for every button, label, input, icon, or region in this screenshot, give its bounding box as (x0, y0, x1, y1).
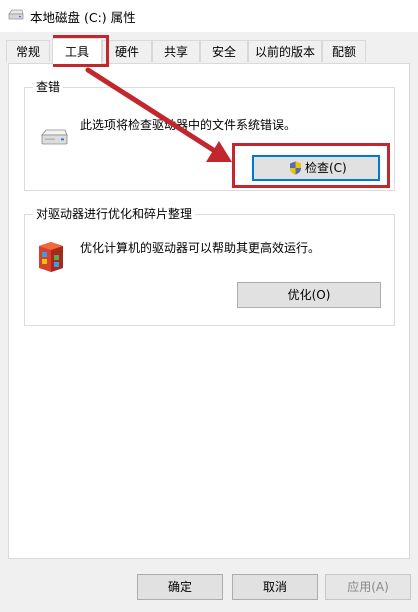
tab-general[interactable]: 常规 (6, 40, 50, 62)
optimize-description: 优化计算机的驱动器可以帮助其更高效运行。 (80, 241, 321, 255)
tools-panel: 查错 此选项将检查驱动器中的文件系统错误。 检查(C) 对驱动器进行优化和碎片整… (8, 63, 410, 559)
defrag-icon (39, 242, 63, 272)
drive-icon (8, 9, 24, 20)
tab-previous-versions[interactable]: 以前的版本 (248, 40, 322, 62)
optimize-button[interactable]: 优化(O) (237, 282, 381, 308)
error-checking-description: 此选项将检查驱动器中的文件系统错误。 (80, 118, 297, 132)
optimize-group: 对驱动器进行优化和碎片整理 优化计算机的驱动器可以帮助其更高效运行。 优化(O) (24, 207, 395, 326)
window-title: 本地磁盘 (C:) 属性 (30, 10, 136, 25)
tab-tools[interactable]: 工具 (52, 38, 102, 64)
annotation-box-check-button (232, 143, 390, 188)
ok-button[interactable]: 确定 (137, 574, 223, 600)
optimize-group-title: 对驱动器进行优化和碎片整理 (33, 207, 196, 221)
tab-security[interactable]: 安全 (200, 40, 248, 62)
tab-sharing[interactable]: 共享 (152, 40, 200, 62)
tab-hardware[interactable]: 硬件 (102, 40, 152, 62)
apply-button[interactable]: 应用(A) (325, 574, 411, 600)
hard-drive-icon (41, 129, 68, 145)
title-bar: 本地磁盘 (C:) 属性 (0, 0, 418, 32)
tab-quota[interactable]: 配额 (322, 40, 366, 62)
tab-strip: 常规 工具 硬件 共享 安全 以前的版本 配额 (0, 38, 418, 64)
cancel-button[interactable]: 取消 (232, 574, 318, 600)
error-checking-title: 查错 (33, 80, 64, 94)
